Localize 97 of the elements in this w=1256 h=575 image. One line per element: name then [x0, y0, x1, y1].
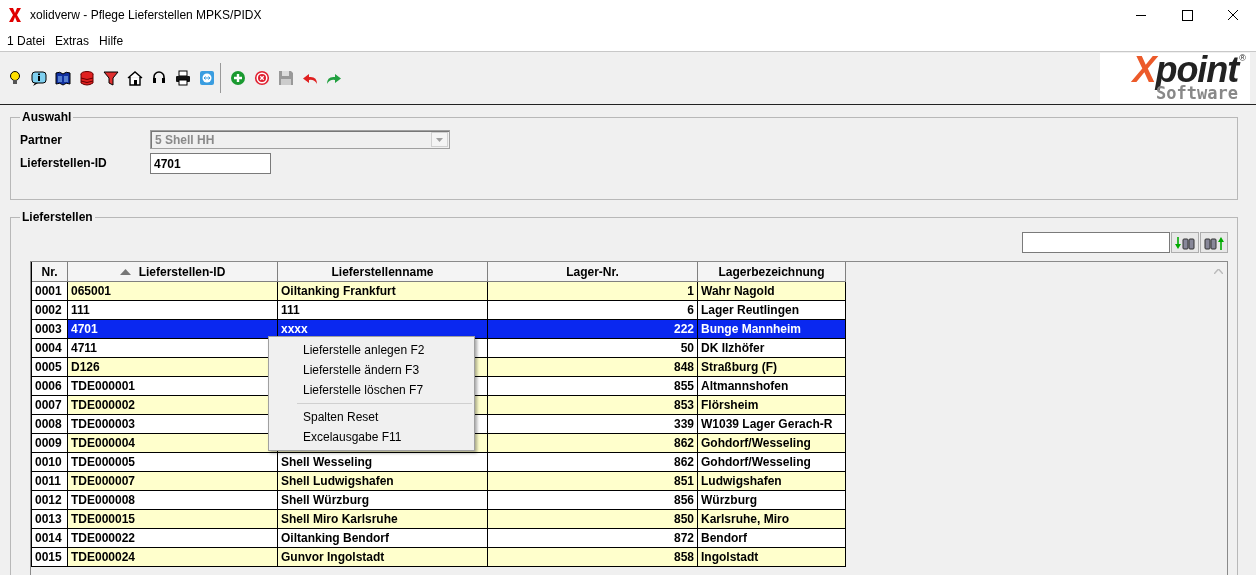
find-next-button[interactable]	[1171, 232, 1199, 253]
table-cell: Würzburg	[698, 491, 846, 510]
find-down-icon	[1175, 235, 1195, 250]
column-header[interactable]: Lieferstellenname	[278, 262, 488, 282]
dropdown-arrow-icon	[436, 137, 443, 142]
menu-item[interactable]: 1 Datei	[2, 32, 51, 49]
table-cell: 853	[488, 396, 698, 415]
find-up-icon	[1204, 235, 1224, 250]
column-header[interactable]: Lager-Nr.	[488, 262, 698, 282]
table-cell: 851	[488, 472, 698, 491]
search-field[interactable]	[1022, 232, 1170, 253]
column-header[interactable]: Lieferstellen-ID	[68, 262, 278, 282]
headset-icon[interactable]	[151, 70, 167, 86]
column-header[interactable]: Nr.	[32, 262, 68, 282]
table-cell: Shell Miro Karlsruhe	[278, 510, 488, 529]
table-cell: 0011	[32, 472, 68, 491]
table-cell: 0007	[32, 396, 68, 415]
table-cell: Ingolstadt	[698, 548, 846, 567]
lightbulb-icon[interactable]	[7, 70, 23, 86]
table-cell: Gohdorf/Wesseling	[698, 453, 846, 472]
table-cell: Gohdorf/Wesseling	[698, 434, 846, 453]
table-cell: Oiltanking Frankfurt	[278, 282, 488, 301]
table-cell: 872	[488, 529, 698, 548]
table-cell: 848	[488, 358, 698, 377]
table-cell: 0001	[32, 282, 68, 301]
table-cell: TDE000008	[68, 491, 278, 510]
table-cell: 0013	[32, 510, 68, 529]
registered-mark: ®	[1239, 53, 1246, 63]
table-cell: Bendorf	[698, 529, 846, 548]
sort-ascending-icon	[119, 268, 131, 275]
table-cell: 0014	[32, 529, 68, 548]
table-cell: Bunge Mannheim	[698, 320, 846, 339]
column-header[interactable]: Lagerbezeichnung	[698, 262, 846, 282]
info-icon[interactable]	[31, 70, 47, 86]
table-cell: 4701	[68, 320, 278, 339]
table-cell: 862	[488, 434, 698, 453]
table-cell: 111	[68, 301, 278, 320]
house-icon[interactable]	[127, 70, 143, 86]
table-cell: TDE000005	[68, 453, 278, 472]
printer-icon[interactable]	[175, 70, 191, 86]
database-icon[interactable]	[79, 70, 95, 86]
table-cell: 0002	[32, 301, 68, 320]
table-cell: 0006	[32, 377, 68, 396]
table-cell: 0012	[32, 491, 68, 510]
menu-item[interactable]: Extras	[50, 32, 95, 49]
table-cell: 0005	[32, 358, 68, 377]
table-cell: Shell Wesseling	[278, 453, 488, 472]
table-cell: 858	[488, 548, 698, 567]
table-cell: 0009	[32, 434, 68, 453]
table-cell: Wahr Nagold	[698, 282, 846, 301]
table-cell: 0003	[32, 320, 68, 339]
table-cell: 6	[488, 301, 698, 320]
group-title: Lieferstellen	[21, 211, 94, 224]
table-cell: Shell Würzburg	[278, 491, 488, 510]
filter-icon[interactable]	[103, 70, 119, 86]
table-cell: 50	[488, 339, 698, 358]
table-cell: Flörsheim	[698, 396, 846, 415]
table-cell: TDE000007	[68, 472, 278, 491]
table-cell: 0010	[32, 453, 68, 472]
group-title: Auswahl	[21, 110, 73, 124]
table-cell: Shell Ludwigshafen	[278, 472, 488, 491]
menu-item[interactable]: Hilfe	[94, 32, 129, 49]
field-label: Lieferstellen-ID	[20, 155, 108, 170]
table-cell: Altmannshofen	[698, 377, 846, 396]
field-label: Partner	[20, 132, 64, 147]
window-title: xolidverw - Pflege Lieferstellen MPKS/PIDX	[30, 8, 263, 22]
table-cell: 339	[488, 415, 698, 434]
table-cell: Lager Reutlingen	[698, 301, 846, 320]
table-cell: 862	[488, 453, 698, 472]
id-input-field[interactable]: 4701	[150, 153, 271, 174]
table-cell: 855	[488, 377, 698, 396]
table-cell: 0004	[32, 339, 68, 358]
table-cell: 111	[278, 301, 488, 320]
table-cell: Gunvor Ingolstadt	[278, 548, 488, 567]
table-cell: TDE000022	[68, 529, 278, 548]
add-icon[interactable]	[230, 70, 246, 86]
table-cell: Ludwigshafen	[698, 472, 846, 491]
app-icon	[8, 7, 22, 23]
table-cell: Karlsruhe, Miro	[698, 510, 846, 529]
table-cell: Straßburg (F)	[698, 358, 846, 377]
table-cell: W1039 Lager Gerach-R	[698, 415, 846, 434]
find-previous-button[interactable]	[1200, 232, 1228, 253]
table-cell: 856	[488, 491, 698, 510]
table-cell: 065001	[68, 282, 278, 301]
table-cell: 222	[488, 320, 698, 339]
table-cell: 1	[488, 282, 698, 301]
book-icon[interactable]	[55, 70, 71, 86]
table-cell: 0015	[32, 548, 68, 567]
table-cell: DK Ilzhöfer	[698, 339, 846, 358]
table-cell: TDE000004	[68, 434, 278, 453]
table-cell: TDE000024	[68, 548, 278, 567]
table-cell: TDE000015	[68, 510, 278, 529]
table-cell: 850	[488, 510, 698, 529]
delete-icon[interactable]	[254, 70, 270, 86]
table-cell: Oiltanking Bendorf	[278, 529, 488, 548]
table-cell: 0008	[32, 415, 68, 434]
remote-icon[interactable]	[199, 70, 215, 86]
